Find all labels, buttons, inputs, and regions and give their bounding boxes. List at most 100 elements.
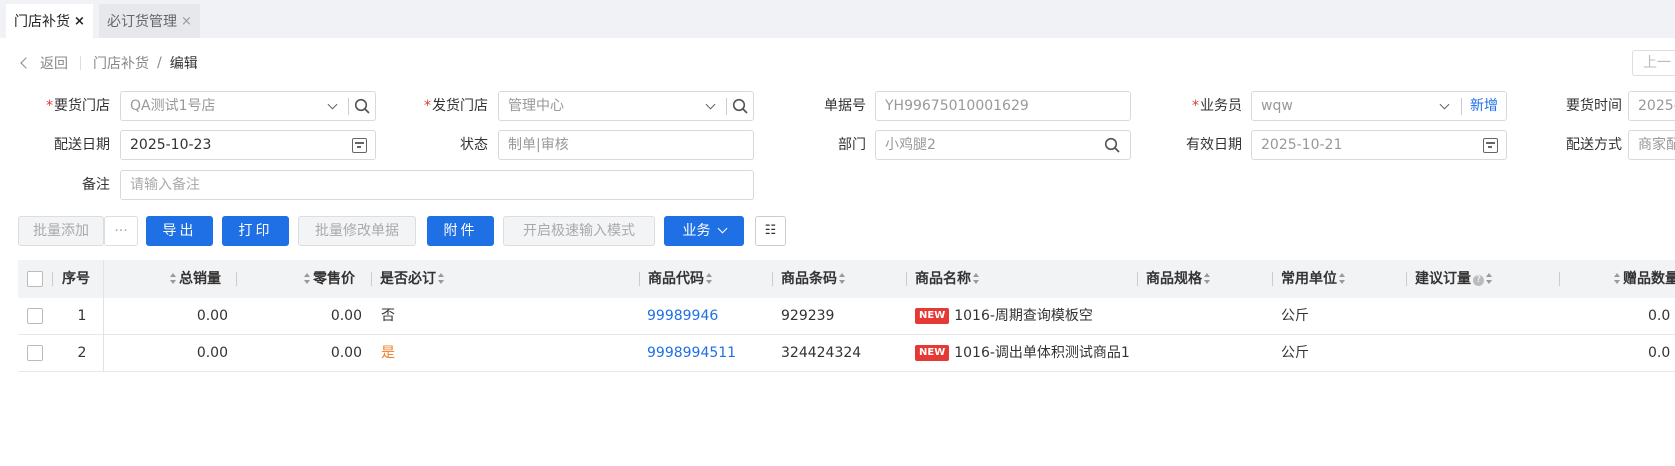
divider	[80, 56, 81, 70]
order-time-value: 2025-	[1638, 98, 1675, 114]
divider	[906, 272, 907, 286]
sort-icon[interactable]	[1614, 273, 1621, 284]
sort-icon[interactable]	[438, 273, 445, 284]
tab-label: 门店补货	[14, 14, 70, 30]
divider	[371, 272, 372, 286]
chevron-left-icon[interactable]	[20, 57, 32, 69]
search-icon[interactable]	[354, 98, 371, 115]
col-must-order[interactable]: 是否必订	[380, 260, 447, 298]
cell-name: NEW 1016-周期查询模板空	[915, 298, 1137, 334]
remark-input[interactable]: 请输入备注	[120, 170, 754, 200]
tab-must-order[interactable]: 必订货管理 ×	[99, 4, 200, 38]
back-link[interactable]: 返回	[40, 53, 68, 73]
cell-gift-qty: 0.0	[1648, 345, 1671, 361]
delivery-method-select[interactable]: 商家配	[1628, 130, 1675, 160]
col-total-sales[interactable]: 总销量	[168, 260, 221, 298]
add-salesman-link[interactable]: 新增	[1470, 92, 1498, 120]
dept-field[interactable]: 小鸡腿2	[875, 130, 1131, 160]
ship-store-select[interactable]: 管理中心	[498, 91, 754, 121]
export-button[interactable]: 导出	[146, 216, 213, 246]
divider	[348, 98, 349, 115]
batch-edit-button[interactable]: 批量修改单据	[298, 216, 416, 246]
column-settings-icon[interactable]: ☷	[755, 216, 786, 246]
salesman-label: *业务员	[1192, 98, 1242, 114]
print-button[interactable]: 打印	[222, 216, 289, 246]
valid-date-value: 2025-10-21	[1261, 137, 1343, 153]
more-button[interactable]: ···	[104, 216, 138, 246]
calendar-icon	[1483, 138, 1498, 153]
delivery-method-value: 商家配	[1638, 137, 1675, 153]
order-store-select[interactable]: QA测试1号店	[120, 91, 376, 121]
doc-no-label: 单据号	[824, 98, 866, 114]
sort-icon[interactable]	[839, 273, 846, 284]
chevron-down-icon	[1439, 99, 1450, 110]
delivery-date-picker[interactable]: 2025-10-23	[120, 130, 376, 160]
row-checkbox[interactable]	[27, 345, 43, 361]
cell-barcode: 929239	[781, 308, 835, 324]
col-barcode[interactable]: 商品条码	[781, 260, 848, 298]
remark-label: 备注	[82, 177, 110, 193]
doc-no-field: YH99675010001629	[875, 91, 1131, 121]
sort-icon[interactable]	[973, 273, 980, 284]
divider	[1137, 272, 1138, 286]
salesman-select[interactable]: wqw 新增	[1251, 91, 1507, 121]
remark-placeholder: 请输入备注	[130, 177, 200, 193]
sort-icon[interactable]	[1339, 273, 1346, 284]
breadcrumb-separator: /	[157, 55, 162, 71]
tab-label: 必订货管理	[107, 14, 177, 30]
sort-icon[interactable]	[1204, 273, 1211, 284]
cell-code-link[interactable]: 9998994511	[647, 335, 736, 371]
sort-icon[interactable]	[1486, 273, 1493, 284]
sort-icon[interactable]	[304, 273, 311, 284]
cell-total-sales: 0.00	[196, 345, 228, 361]
cell-barcode: 324424324	[781, 345, 862, 361]
order-time-field[interactable]: 2025-	[1628, 91, 1675, 121]
attachment-button[interactable]: 附件	[427, 216, 494, 246]
cell-code-link[interactable]: 99989946	[647, 298, 718, 334]
tab-store-replenish[interactable]: 门店补货 ×	[6, 4, 93, 38]
divider	[772, 272, 773, 286]
dept-value: 小鸡腿2	[885, 137, 936, 153]
dept-label: 部门	[838, 137, 866, 153]
cell-retail-price: 0.00	[330, 345, 362, 361]
col-spec[interactable]: 商品规格	[1146, 260, 1213, 298]
close-icon[interactable]: ×	[181, 14, 192, 29]
tab-bar: 门店补货 × 必订货管理 ×	[0, 0, 1675, 38]
cell-gift-qty: 0.0	[1648, 308, 1671, 324]
breadcrumb-parent[interactable]: 门店补货	[93, 53, 149, 73]
batch-add-button[interactable]: 批量添加	[18, 216, 104, 246]
divider	[1559, 272, 1560, 286]
col-gift-qty[interactable]: 赠品数量	[1612, 260, 1675, 298]
order-store-label: *要货门店	[46, 98, 110, 114]
business-dropdown-button[interactable]: 业务	[664, 216, 744, 246]
select-all-checkbox[interactable]	[27, 271, 43, 287]
table-row[interactable]: 2 0.00 0.00 是 9998994511 324424324 NEW 10…	[18, 335, 1675, 372]
sort-icon[interactable]	[706, 273, 713, 284]
ship-store-label: *发货门店	[424, 98, 488, 114]
search-icon[interactable]	[732, 98, 749, 115]
valid-date-picker[interactable]: 2025-10-21	[1251, 130, 1507, 160]
new-badge: NEW	[915, 308, 950, 324]
row-checkbox[interactable]	[27, 308, 43, 324]
col-code[interactable]: 商品代码	[648, 260, 715, 298]
cell-retail-price: 0.00	[330, 308, 362, 324]
fast-input-button[interactable]: 开启极速输入模式	[503, 216, 655, 246]
frozen-column-divider	[103, 260, 104, 371]
col-retail-price[interactable]: 零售价	[302, 260, 355, 298]
col-name[interactable]: 商品名称	[915, 260, 982, 298]
chevron-down-icon	[717, 223, 727, 234]
col-suggest-qty[interactable]: 建议订量?	[1415, 260, 1495, 298]
search-icon[interactable]	[1104, 137, 1121, 154]
cell-unit: 公斤	[1281, 308, 1309, 324]
calendar-icon	[352, 138, 367, 153]
prev-button[interactable]: 上一	[1632, 50, 1675, 76]
chevron-down-icon	[327, 99, 338, 110]
help-icon[interactable]: ?	[1473, 275, 1484, 286]
divider	[236, 272, 237, 286]
table-row[interactable]: 1 0.00 0.00 否 99989946 929239 NEW 1016-周期…	[18, 298, 1675, 335]
divider	[1272, 272, 1273, 286]
sort-icon[interactable]	[170, 273, 177, 284]
close-icon[interactable]: ×	[74, 14, 85, 29]
delivery-method-label: 配送方式	[1566, 137, 1622, 153]
col-unit[interactable]: 常用单位	[1281, 260, 1348, 298]
